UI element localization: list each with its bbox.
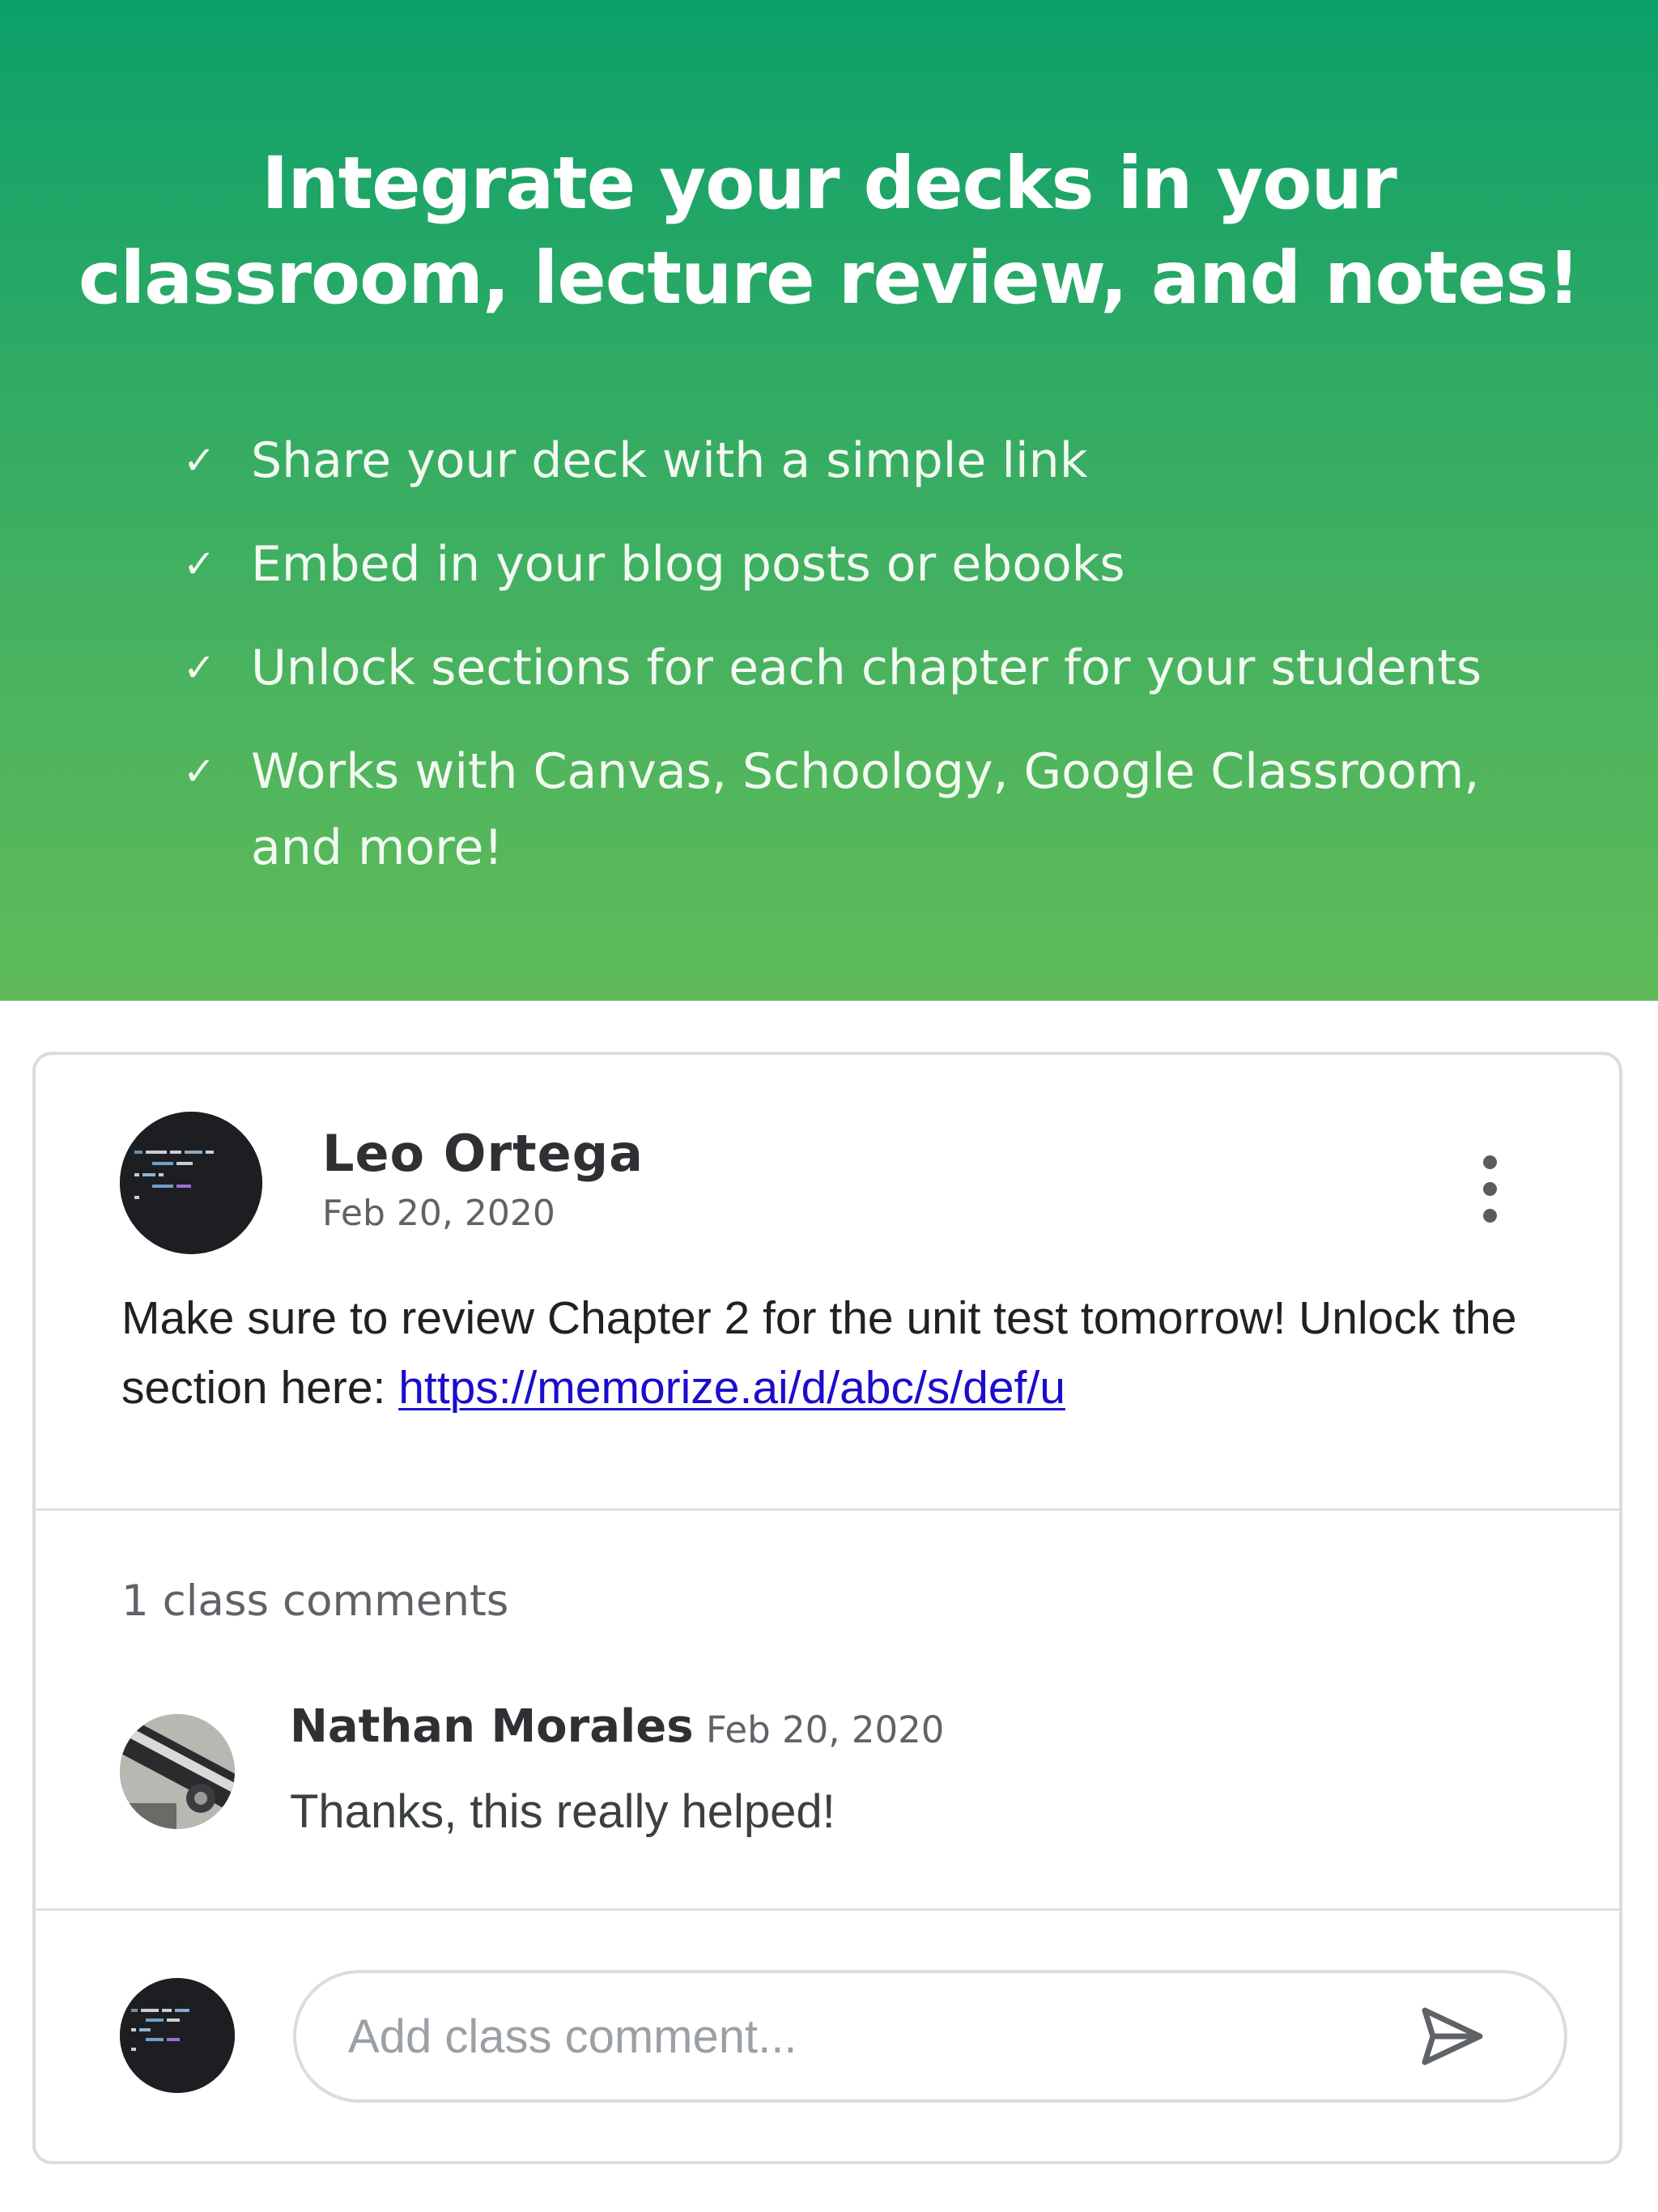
post-date: Feb 20, 2020 [322, 1193, 555, 1234]
post-author-avatar[interactable] [120, 1112, 262, 1254]
post-author-name: Leo Ortega [322, 1124, 644, 1183]
comment-text: Thanks, this really helped! [290, 1785, 835, 1838]
comment-author-name: Nathan Morales [290, 1700, 694, 1753]
feature-text: Embed in your blog posts or ebooks [251, 536, 1125, 593]
class-comments-count: 1 class comments [121, 1576, 509, 1626]
post-body: Make sure to review Chapter 2 for the un… [121, 1283, 1579, 1423]
checkmark-icon: ✓ [183, 438, 216, 483]
code-avatar-image [120, 1112, 262, 1254]
feature-item-integrations: ✓ Works with Canvas, Schoology, Google C… [180, 734, 1507, 886]
more-vert-icon[interactable] [1465, 1152, 1514, 1227]
checkmark-icon: ✓ [183, 542, 216, 587]
classroom-post-card: Leo Ortega Feb 20, 2020 Make sure to rev… [32, 1052, 1622, 2164]
send-icon[interactable] [1392, 1997, 1498, 2075]
hero-title-line-2: classroom, lecture review, and notes! [78, 236, 1580, 320]
section-unlock-link[interactable]: https://memorize.ai/d/abc/s/def/u [398, 1362, 1065, 1414]
feature-list: ✓ Share your deck with a simple link ✓ E… [180, 423, 1507, 913]
current-user-avatar [120, 1978, 235, 2093]
feature-item-embed: ✓ Embed in your blog posts or ebooks [180, 526, 1507, 602]
send-arrow-glyph [1422, 2007, 1483, 2065]
add-comment-input[interactable] [348, 1997, 1401, 2075]
feature-text: Unlock sections for each chapter for you… [251, 640, 1482, 696]
feature-item-unlock-sections: ✓ Unlock sections for each chapter for y… [180, 630, 1507, 706]
feature-text: Works with Canvas, Schoology, Google Cla… [251, 743, 1480, 876]
comment-date: Feb 20, 2020 [706, 1708, 945, 1751]
feature-item-share-link: ✓ Share your deck with a simple link [180, 423, 1507, 499]
code-avatar-image [120, 1978, 235, 2093]
photo-avatar-image [120, 1714, 235, 1829]
checkmark-icon: ✓ [183, 749, 216, 794]
page: Integrate your decks in your classroom, … [0, 0, 1658, 2212]
checkmark-icon: ✓ [183, 645, 216, 691]
divider [36, 1908, 1619, 1911]
hero-banner: Integrate your decks in your classroom, … [0, 0, 1658, 1001]
feature-text: Share your deck with a simple link [251, 432, 1088, 489]
divider [36, 1508, 1619, 1511]
add-comment-box [293, 1970, 1567, 2103]
hero-title: Integrate your decks in your classroom, … [0, 136, 1658, 325]
comment-author-avatar[interactable] [120, 1714, 235, 1829]
hero-title-line-1: Integrate your decks in your [261, 141, 1397, 225]
